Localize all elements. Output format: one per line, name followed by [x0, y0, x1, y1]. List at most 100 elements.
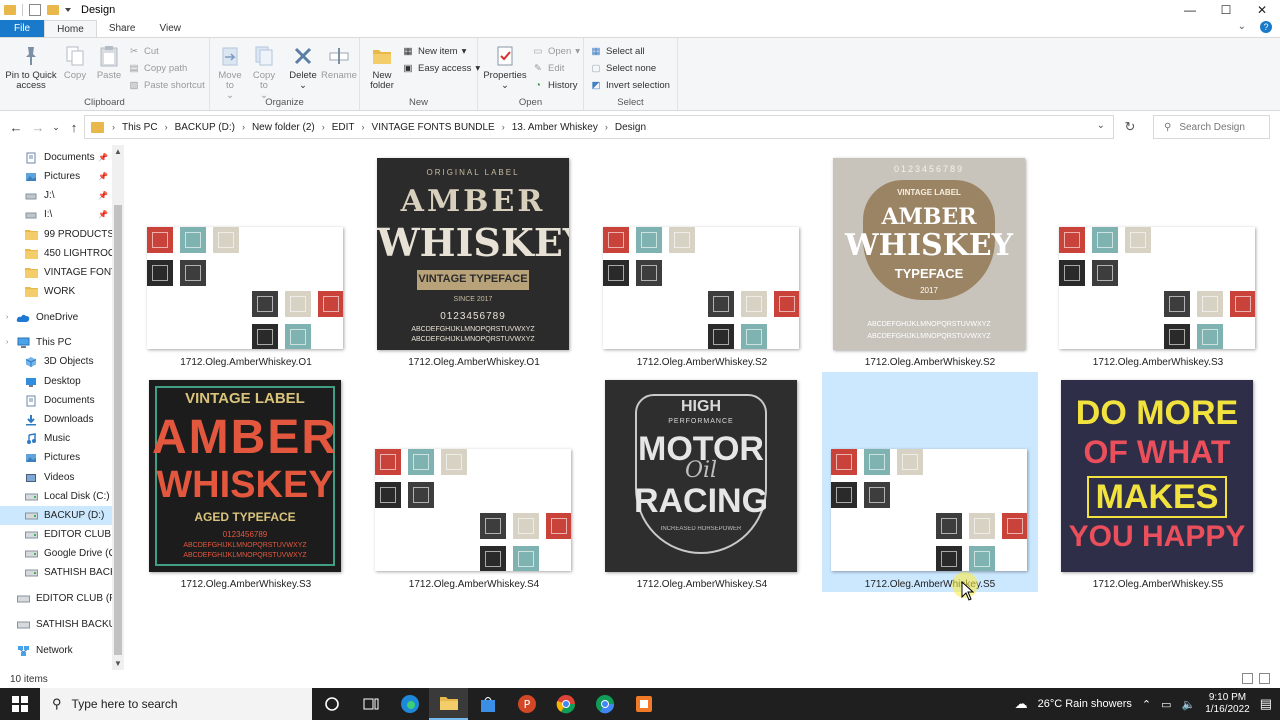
tab-file[interactable]: File: [0, 20, 45, 37]
vlc-app-icon[interactable]: [624, 688, 663, 720]
breadcrumb-design[interactable]: Design: [615, 122, 646, 133]
copy-path-button[interactable]: ▤ Copy path: [128, 60, 188, 76]
chevron-right-icon[interactable]: ›: [6, 339, 8, 346]
pin-quick-access-button[interactable]: Pin to Quick access: [5, 44, 57, 91]
breadcrumb-new-folder-2[interactable]: New folder (2): [252, 122, 315, 133]
nav-item-google-drive-g[interactable]: Google Drive (G:: [0, 544, 112, 563]
new-folder-button[interactable]: New folder: [366, 44, 398, 91]
breadcrumb-backup[interactable]: BACKUP (D:): [175, 122, 235, 133]
new-item-button[interactable]: ▦ New item ▾: [402, 43, 467, 59]
nav-item-music[interactable]: Music: [0, 429, 112, 448]
nav-item-desktop[interactable]: Desktop: [0, 372, 112, 391]
copy-button[interactable]: Copy: [62, 44, 88, 81]
select-all-button[interactable]: ▦ Select all: [590, 43, 645, 59]
nav-item-pictures[interactable]: Pictures: [0, 448, 112, 467]
nav-item-local-disk-c[interactable]: Local Disk (C:): [0, 487, 112, 506]
chrome-icon[interactable]: [546, 688, 585, 720]
nav-item-i[interactable]: I:\ 📌: [0, 205, 112, 224]
nav-item-network[interactable]: Network: [0, 641, 112, 660]
nav-item-backup-d[interactable]: BACKUP (D:): [0, 506, 112, 525]
scroll-down-arrow[interactable]: ▼: [112, 659, 124, 668]
delete-button[interactable]: Delete ⌄: [289, 44, 317, 91]
file-tile[interactable]: 0123456789 VINTAGE LABEL AMBER WHISKEY TYPEF…: [822, 150, 1038, 370]
nav-item-sathish-backu[interactable]: SATHISH BACKU: [0, 563, 112, 582]
move-to-button[interactable]: Move to ⌄: [218, 44, 242, 101]
nav-item-documents[interactable]: Documents: [0, 391, 112, 410]
rename-button[interactable]: Rename: [321, 44, 357, 81]
edge-icon[interactable]: [390, 688, 429, 720]
nav-item-pictures[interactable]: Pictures 📌: [0, 167, 112, 186]
scroll-thumb[interactable]: [114, 205, 122, 655]
nav-item-this-pc[interactable]: › This PC: [0, 333, 112, 352]
file-tile[interactable]: HIGH PERFORMANCE MOTOR Oil RACING INCREASED H…: [594, 372, 810, 592]
nav-item-downloads[interactable]: Downloads: [0, 410, 112, 429]
file-tile[interactable]: 1712.Oleg.AmberWhiskey.O1: [138, 150, 354, 370]
file-tile[interactable]: 1712.Oleg.AmberWhiskey.S3: [1050, 150, 1266, 370]
file-tile[interactable]: ORIGINAL LABEL AMBER WHISKEY VINTAGE TYPEFA…: [366, 150, 582, 370]
taskbar-search-input[interactable]: ⚲ Type here to search: [40, 688, 312, 720]
powerpoint-icon[interactable]: P: [507, 688, 546, 720]
nav-scrollbar[interactable]: ▲ ▼: [112, 145, 124, 670]
store-icon[interactable]: [468, 688, 507, 720]
nav-item-j[interactable]: J:\ 📌: [0, 186, 112, 205]
paste-button[interactable]: Paste: [96, 44, 122, 81]
select-none-button[interactable]: ▢ Select none: [590, 60, 657, 76]
nav-item-sathish-backup[interactable]: SATHISH BACKUP: [0, 615, 112, 634]
weather-icon[interactable]: ☁: [1015, 696, 1028, 712]
paste-shortcut-button[interactable]: ▧ Paste shortcut: [128, 77, 205, 93]
breadcrumb-vintage-fonts-bundle[interactable]: VINTAGE FONTS BUNDLE: [372, 122, 495, 133]
cortana-icon[interactable]: [312, 688, 351, 720]
scroll-up-arrow[interactable]: ▲: [112, 147, 124, 156]
minimize-button[interactable]: —: [1172, 0, 1208, 20]
address-dropdown-icon[interactable]: ⌄: [1097, 120, 1105, 131]
nav-item-editor-club-f[interactable]: EDITOR CLUB (F:): [0, 589, 112, 608]
tab-share[interactable]: Share: [97, 20, 148, 37]
network-icon[interactable]: ▭: [1161, 698, 1171, 711]
file-tile[interactable]: DO MORE OF WHAT MAKES YOU HAPPY 1712.Oleg.Am…: [1050, 372, 1266, 592]
nav-item-3d-objects[interactable]: 3D Objects: [0, 352, 112, 371]
large-icons-view-icon[interactable]: [1259, 673, 1270, 684]
chrome-profile-icon[interactable]: [585, 688, 624, 720]
nav-item-documents[interactable]: Documents 📌: [0, 148, 112, 167]
chevron-down-icon[interactable]: ⌄: [1238, 21, 1246, 33]
search-input[interactable]: ⚲ Search Design: [1153, 115, 1270, 139]
weather-text[interactable]: 26°C Rain showers: [1038, 698, 1132, 710]
notifications-icon[interactable]: ▤: [1260, 696, 1272, 712]
copy-to-button[interactable]: Copy to ⌄: [252, 44, 276, 101]
file-tile[interactable]: VINTAGE LABEL AMBER WHISKEY AGED TYPEFACE 01…: [138, 372, 354, 592]
customize-toolbar-dropdown[interactable]: [65, 8, 71, 12]
nav-item-450-lightroom[interactable]: 450 LIGHTROOM: [0, 244, 112, 263]
nav-item-videos[interactable]: Videos: [0, 468, 112, 487]
help-icon[interactable]: ?: [1260, 21, 1272, 33]
file-tile[interactable]: 1712.Oleg.AmberWhiskey.S5: [822, 372, 1038, 592]
breadcrumb-this-pc[interactable]: This PC: [122, 122, 158, 133]
close-button[interactable]: ✕: [1244, 0, 1280, 20]
chevron-up-icon[interactable]: ⌃: [1142, 698, 1151, 711]
breadcrumb-amber-whiskey[interactable]: 13. Amber Whiskey: [512, 122, 598, 133]
tab-view[interactable]: View: [148, 20, 194, 37]
nav-item-editor-club-f[interactable]: EDITOR CLUB (F:: [0, 525, 112, 544]
recent-locations-dropdown[interactable]: ⌄: [46, 122, 66, 133]
properties-icon[interactable]: [29, 4, 41, 16]
nav-item-work[interactable]: WORK: [0, 282, 112, 301]
properties-button[interactable]: Properties ⌄: [482, 44, 528, 91]
refresh-icon[interactable]: ↻: [1118, 115, 1142, 139]
address-bar[interactable]: › This PC › BACKUP (D:) › New folder (2)…: [84, 115, 1114, 139]
back-button[interactable]: ←: [6, 120, 26, 135]
volume-icon[interactable]: 🔈: [1182, 698, 1196, 711]
forward-button[interactable]: →: [28, 120, 48, 135]
file-tile[interactable]: 1712.Oleg.AmberWhiskey.S4: [366, 372, 582, 592]
start-button[interactable]: [0, 688, 40, 720]
tab-home[interactable]: Home: [44, 20, 97, 37]
edit-button[interactable]: ✎ Edit: [532, 60, 564, 76]
nav-item-99-products[interactable]: 99 PRODUCTS: [0, 225, 112, 244]
file-explorer-icon[interactable]: [429, 688, 468, 720]
nav-item-onedrive[interactable]: › OneDrive: [0, 308, 112, 327]
clock[interactable]: 9:10 PM 1/16/2022: [1205, 692, 1250, 716]
up-button[interactable]: ↑: [64, 120, 84, 135]
chevron-right-icon[interactable]: ›: [6, 314, 8, 321]
maximize-button[interactable]: ☐: [1208, 0, 1244, 20]
history-button[interactable]: ◔ History: [532, 77, 577, 93]
easy-access-button[interactable]: ▣ Easy access ▾: [402, 60, 481, 76]
invert-selection-button[interactable]: ◩ Invert selection: [590, 77, 670, 93]
